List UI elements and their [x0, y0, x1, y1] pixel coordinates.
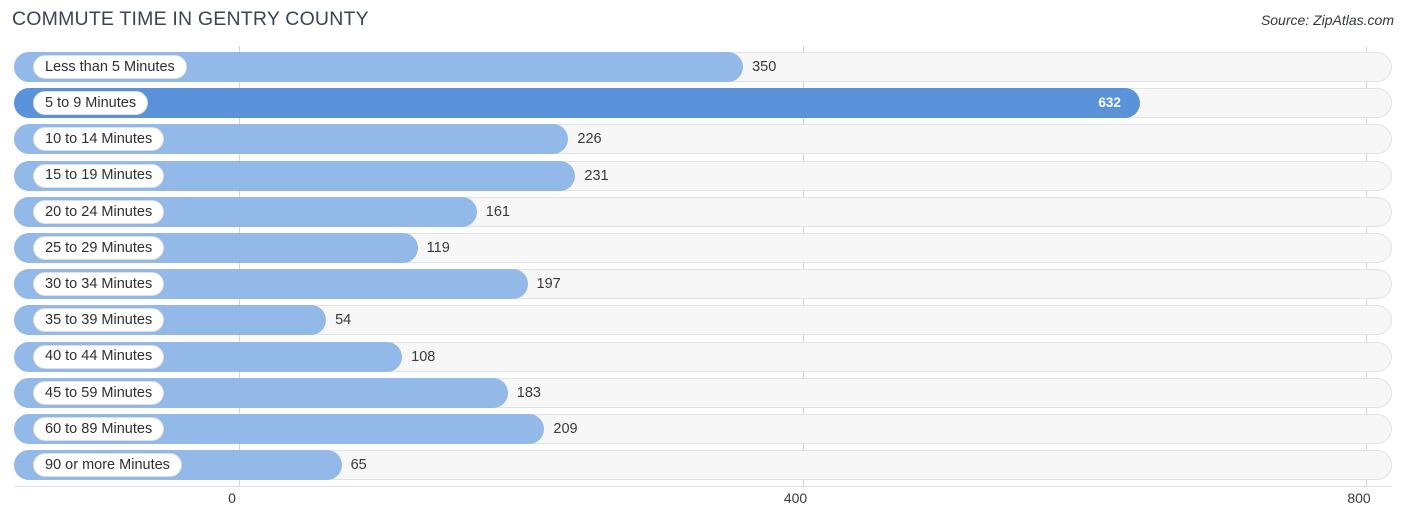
category-label: 25 to 29 Minutes — [45, 239, 153, 256]
value-label: 54 — [335, 312, 352, 329]
category-label-pill: 60 to 89 Minutes — [33, 417, 165, 441]
x-axis: 0 400 800 — [0, 486, 1406, 522]
category-label-pill: 10 to 14 Minutes — [33, 127, 165, 152]
bar-row: 25 to 29 Minutes 119 — [14, 233, 1392, 263]
category-label-pill: 35 to 39 Minutes — [33, 308, 165, 333]
category-label: Less than 5 Minutes — [45, 58, 175, 75]
axis-line — [14, 486, 1392, 487]
value-label: 350 — [752, 59, 777, 75]
category-label: 90 or more Minutes — [45, 456, 170, 473]
bar-row: 45 to 59 Minutes 183 — [14, 377, 1392, 408]
category-label-pill: 5 to 9 Minutes — [33, 91, 149, 116]
category-label-pill: 45 to 59 Minutes — [33, 380, 165, 405]
source-attribution: Source: ZipAtlas.com — [1260, 12, 1394, 28]
bar-row: 90 or more Minutes 65 — [14, 450, 1392, 481]
value-label: 161 — [485, 203, 510, 220]
value-label: 197 — [536, 276, 561, 293]
category-label: 30 to 34 Minutes — [45, 275, 153, 292]
value-label: 231 — [584, 167, 609, 184]
category-label: 60 to 89 Minutes — [45, 420, 153, 437]
x-tick-label: 400 — [783, 490, 808, 506]
bar-row: Less than 5 Minutes 350 — [14, 52, 1392, 82]
value-label: 632 — [1098, 95, 1121, 111]
category-label: 10 to 14 Minutes — [45, 131, 153, 148]
x-tick-label: 0 — [228, 490, 236, 506]
bar-row: 5 to 9 Minutes 632 — [14, 88, 1392, 119]
plot-area: Less than 5 Minutes 350 5 to 9 Minutes 632 1… — [0, 46, 1406, 486]
value-label: 65 — [350, 457, 367, 474]
bar-row: 30 to 34 Minutes 197 — [14, 269, 1392, 300]
category-label: 45 to 59 Minutes — [45, 384, 153, 401]
bar-row: 40 to 44 Minutes 108 — [14, 341, 1392, 372]
value-label: 209 — [553, 421, 578, 437]
category-label: 20 to 24 Minutes — [45, 203, 153, 220]
category-label-pill: 20 to 24 Minutes — [33, 199, 165, 224]
category-label-pill: 30 to 34 Minutes — [33, 272, 165, 297]
category-label-pill: 15 to 19 Minutes — [33, 163, 165, 188]
bar[interactable] — [14, 88, 1141, 119]
value-label: 119 — [426, 240, 450, 256]
category-label-pill: 40 to 44 Minutes — [33, 344, 165, 369]
category-label: 15 to 19 Minutes — [45, 167, 153, 184]
value-label: 183 — [516, 384, 541, 401]
x-tick-label: 800 — [1347, 490, 1371, 506]
bar-row: 20 to 24 Minutes 161 — [14, 196, 1392, 227]
bar-row: 35 to 39 Minutes 54 — [14, 305, 1392, 336]
category-label: 35 to 39 Minutes — [45, 312, 153, 329]
category-label: 40 to 44 Minutes — [45, 348, 153, 365]
bar-row: 10 to 14 Minutes 226 — [14, 124, 1392, 155]
category-label-pill: Less than 5 Minutes — [33, 55, 187, 79]
category-label-pill: 90 or more Minutes — [33, 453, 182, 478]
page-title: COMMUTE TIME IN GENTRY COUNTY — [12, 8, 369, 30]
bar-row: 60 to 89 Minutes 209 — [14, 414, 1392, 444]
bar-row: 15 to 19 Minutes 231 — [14, 160, 1392, 191]
category-label: 5 to 9 Minutes — [45, 94, 137, 111]
category-label-pill: 25 to 29 Minutes — [33, 236, 165, 260]
value-label: 226 — [577, 131, 602, 148]
value-label: 108 — [411, 348, 436, 365]
